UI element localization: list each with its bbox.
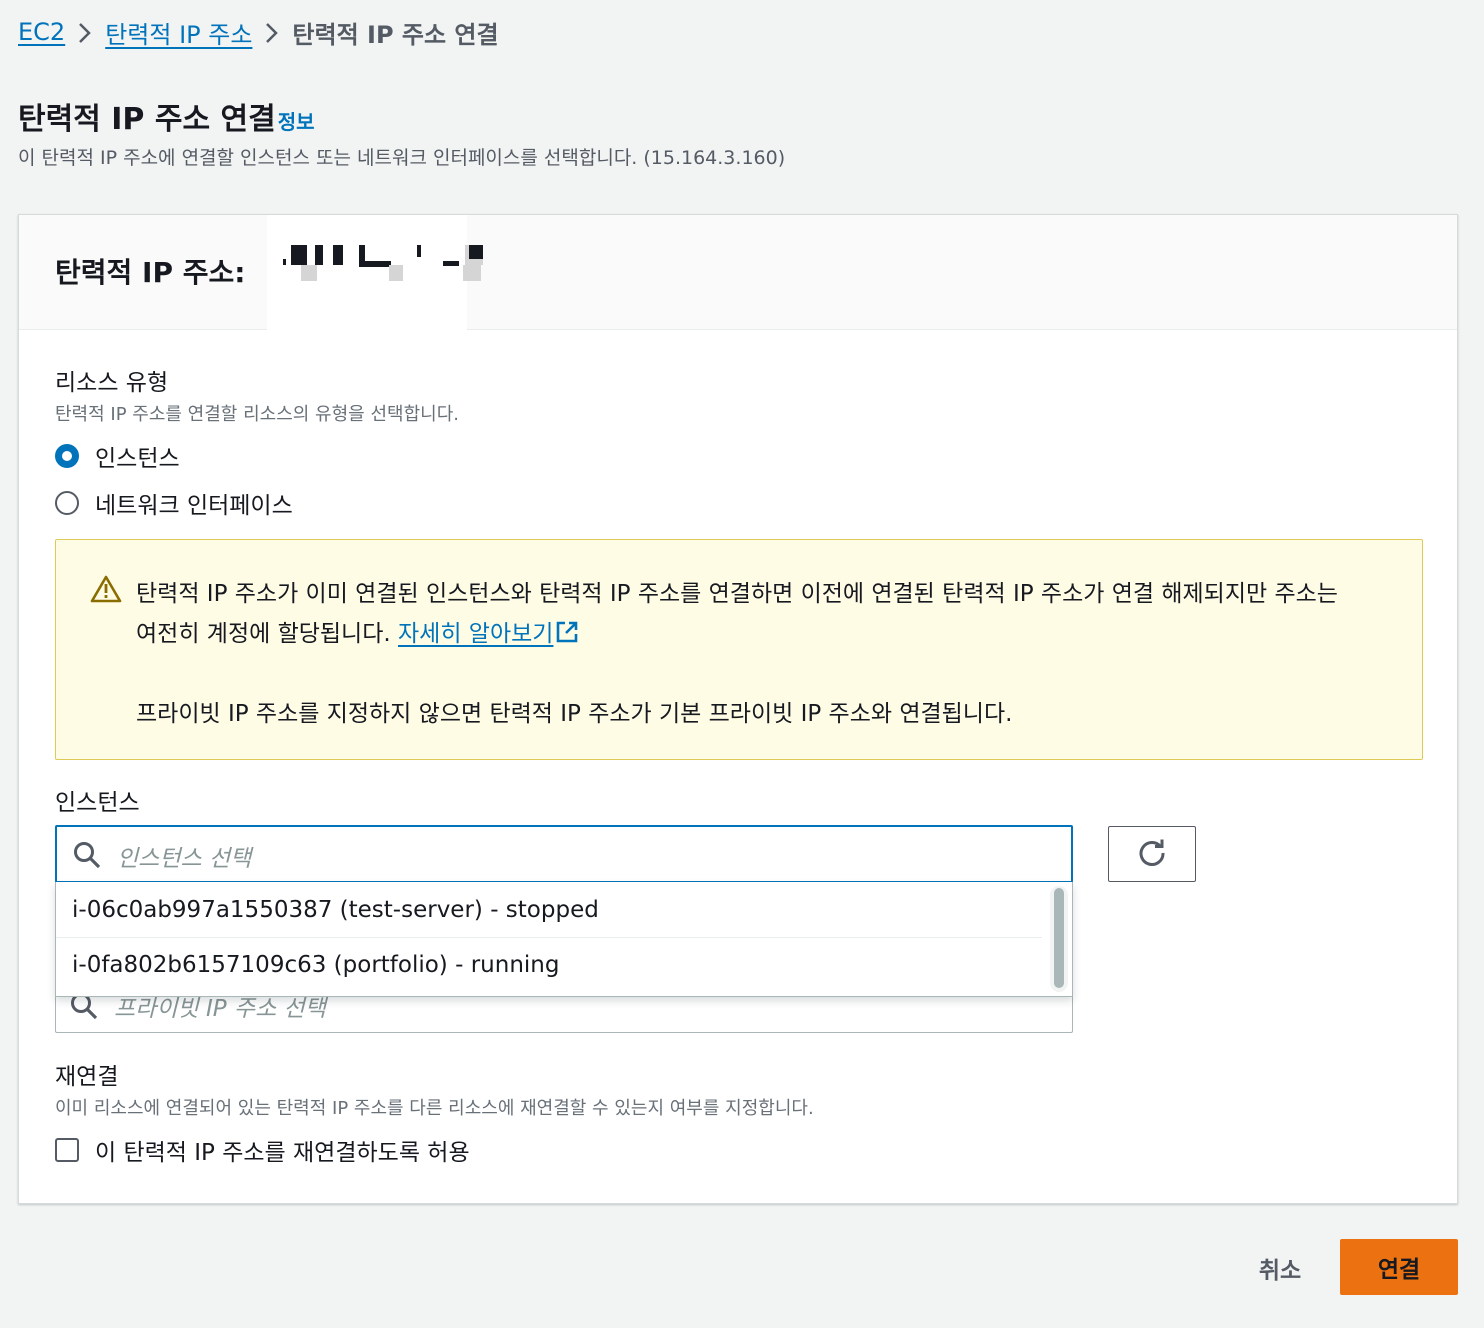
learn-more-link[interactable]: 자세히 알아보기 bbox=[398, 621, 553, 647]
instance-placeholder: 인스턴스 선택 bbox=[117, 846, 252, 872]
search-icon bbox=[73, 841, 101, 873]
instance-select[interactable]: 인스턴스 선택 bbox=[55, 825, 1073, 883]
associate-button[interactable]: 연결 bbox=[1340, 1239, 1458, 1295]
reassociation-label: 재연결 bbox=[55, 1064, 119, 1090]
page-header: 탄력적 IP 주소 연결 정보 bbox=[18, 94, 315, 138]
scrollbar-thumb[interactable] bbox=[1054, 888, 1064, 988]
page-title: 탄력적 IP 주소 연결 bbox=[18, 102, 276, 137]
breadcrumb-current: 탄력적 IP 주소 연결 bbox=[292, 20, 499, 49]
alert-text-line2-wrap: 여전히 계정에 할당됩니다. 자세히 알아보기 bbox=[136, 614, 579, 650]
breadcrumb: EC2 탄력적 IP 주소 탄력적 IP 주소 연결 bbox=[18, 14, 499, 50]
info-link[interactable]: 정보 bbox=[278, 106, 315, 135]
instance-label: 인스턴스 bbox=[55, 790, 140, 816]
reassociation-description: 이미 리소스에 연결되어 있는 탄력적 IP 주소를 다른 리소스에 재연결할 … bbox=[55, 1098, 814, 1119]
allow-reassociation-checkbox[interactable]: 이 탄력적 IP 주소를 재연결하도록 허용 bbox=[55, 1133, 470, 1167]
instance-option[interactable]: i-0fa802b6157109c63 (portfolio) - runnin… bbox=[56, 937, 1042, 991]
warning-icon bbox=[90, 574, 122, 608]
associate-panel: 탄력적 IP 주소: 리소스 유형 탄력적 IP 주소를 연결할 리소스의 유형… bbox=[18, 214, 1458, 1204]
panel-title: 탄력적 IP 주소: bbox=[55, 256, 246, 289]
chevron-right-icon bbox=[65, 18, 105, 46]
allow-reassociation-label: 이 탄력적 IP 주소를 재연결하도록 허용 bbox=[95, 1140, 470, 1166]
radio-network-interface-control[interactable] bbox=[55, 491, 79, 515]
breadcrumb-ec2-link[interactable]: EC2 bbox=[18, 18, 65, 46]
radio-network-interface-label: 네트워크 인터페이스 bbox=[95, 493, 293, 519]
instance-option[interactable]: i-06c0ab997a1550387 (test-server) - stop… bbox=[56, 883, 1042, 937]
refresh-icon bbox=[1136, 837, 1168, 872]
alert-text-line2: 여전히 계정에 할당됩니다. bbox=[136, 621, 399, 647]
panel-header: 탄력적 IP 주소: bbox=[19, 215, 1457, 330]
refresh-button[interactable] bbox=[1108, 826, 1196, 882]
chevron-right-icon bbox=[252, 18, 292, 46]
dropdown-scrollbar[interactable] bbox=[1050, 886, 1068, 992]
alert-text-line1: 탄력적 IP 주소가 이미 연결된 인스턴스와 탄력적 IP 주소를 연결하면 … bbox=[136, 581, 1338, 607]
warning-alert: 탄력적 IP 주소가 이미 연결된 인스턴스와 탄력적 IP 주소를 연결하면 … bbox=[55, 539, 1423, 760]
allow-reassociation-control[interactable] bbox=[55, 1138, 79, 1162]
radio-network-interface[interactable]: 네트워크 인터페이스 bbox=[55, 486, 293, 520]
radio-instance-label: 인스턴스 bbox=[95, 446, 180, 472]
redacted-ip-address bbox=[267, 215, 483, 330]
external-link-icon[interactable] bbox=[555, 620, 579, 650]
resource-type-description: 탄력적 IP 주소를 연결할 리소스의 유형을 선택합니다. bbox=[55, 404, 459, 425]
resource-type-label: 리소스 유형 bbox=[55, 370, 169, 396]
cancel-button[interactable]: 취소 bbox=[1240, 1240, 1320, 1296]
radio-instance[interactable]: 인스턴스 bbox=[55, 439, 180, 473]
instance-dropdown: i-06c0ab997a1550387 (test-server) - stop… bbox=[55, 882, 1073, 997]
page-description: 이 탄력적 IP 주소에 연결할 인스턴스 또는 네트워크 인터페이스를 선택합… bbox=[18, 147, 786, 169]
breadcrumb-elastic-ip-link[interactable]: 탄력적 IP 주소 bbox=[105, 15, 252, 50]
alert-text-line3: 프라이빗 IP 주소를 지정하지 않으면 탄력적 IP 주소가 기본 프라이빗 … bbox=[136, 701, 1013, 727]
radio-instance-control[interactable] bbox=[55, 444, 79, 468]
